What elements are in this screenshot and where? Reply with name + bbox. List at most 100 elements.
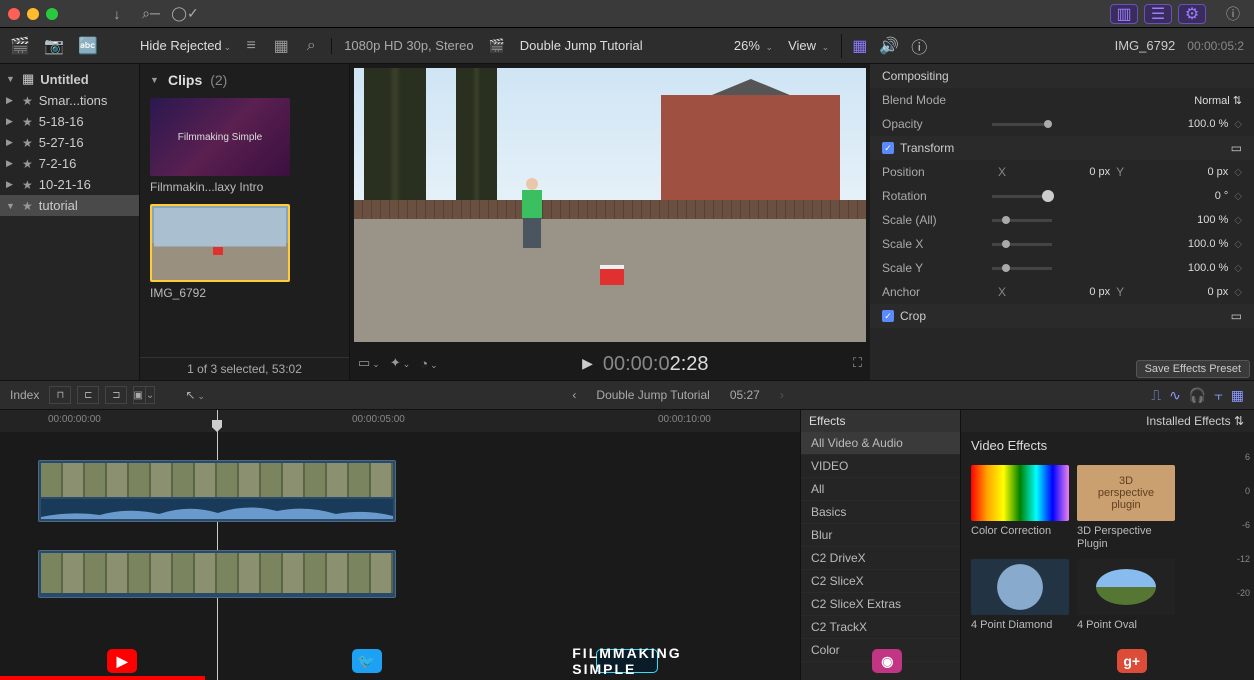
skimming-icon[interactable]: ⎍	[1151, 387, 1161, 404]
index-button[interactable]: Index	[10, 388, 39, 402]
effects-category-row[interactable]: Basics	[801, 501, 960, 524]
minimize-window-button[interactable]	[27, 8, 39, 20]
timeline-clip[interactable]: IMG_6792	[38, 460, 396, 522]
library-root[interactable]: ▼ ▦ Untitled	[0, 68, 139, 90]
opacity-slider[interactable]	[992, 123, 1052, 126]
background-tasks-icon[interactable]: ◯✓	[172, 4, 198, 24]
disclosure-triangle-icon[interactable]: ▶	[6, 95, 16, 106]
retime-dropdown[interactable]: ◔⌄	[420, 356, 437, 371]
opacity-value[interactable]: 100.0 %	[1188, 118, 1228, 130]
inspector-video-tab[interactable]: ▦	[852, 36, 867, 56]
keyframe-icon[interactable]: ◇	[1234, 167, 1242, 178]
position-y-field[interactable]: 0 px	[1207, 166, 1228, 178]
clip-filmstrip-icon[interactable]: ▦	[271, 36, 291, 56]
inspector-info-tab[interactable]: ⓘ	[911, 34, 927, 58]
info-icon[interactable]: ⓘ	[1220, 4, 1246, 24]
rotation-dial[interactable]	[992, 195, 1052, 198]
keyframe-icon[interactable]: ◇	[1234, 191, 1242, 202]
effects-category-row[interactable]: C2 TrackX	[801, 616, 960, 639]
video-progress-bar[interactable]	[0, 676, 205, 680]
installed-effects-dropdown[interactable]: Installed Effects ⇅	[961, 410, 1254, 432]
effects-category-row[interactable]: Color	[801, 639, 960, 662]
keyframe-icon[interactable]: ◇	[1234, 287, 1242, 298]
clip-thumbnail[interactable]: Filmmaking Simple	[150, 98, 290, 176]
timeline-ruler[interactable]: 00:00:00:00 00:00:05:00 00:00:10:00	[0, 410, 800, 432]
scale-y-slider[interactable]	[992, 267, 1052, 270]
disclosure-triangle-icon[interactable]: ▼	[150, 75, 160, 85]
transform-onscreen-icon[interactable]: ▭	[1231, 141, 1242, 155]
snapping-icon[interactable]: ⫟	[1214, 387, 1222, 404]
tool-dropdown[interactable]: ▭⌄	[358, 355, 380, 371]
library-event-row[interactable]: ▼★tutorial	[0, 195, 139, 216]
library-event-row[interactable]: ▶★10-21-16	[0, 174, 139, 195]
titles-icon[interactable]: 🔤	[76, 34, 100, 58]
playhead[interactable]	[217, 410, 218, 680]
save-effects-preset-button[interactable]: Save Effects Preset	[1136, 360, 1250, 378]
close-window-button[interactable]	[8, 8, 20, 20]
keyframe-icon[interactable]: ◇	[1234, 239, 1242, 250]
keyframe-icon[interactable]: ◇	[1234, 119, 1242, 130]
search-icon[interactable]: ⌕	[301, 37, 321, 55]
effects-category-row[interactable]: All Video & Audio	[801, 432, 960, 455]
disclosure-triangle-icon[interactable]: ▶	[6, 137, 16, 148]
effect-item[interactable]: 4 Point Oval	[1077, 559, 1175, 632]
anchor-y-field[interactable]: 0 px	[1207, 286, 1228, 298]
audio-skimming-icon[interactable]: ∿	[1169, 387, 1181, 404]
disclosure-triangle-icon[interactable]: ▶	[6, 158, 16, 169]
library-icon[interactable]: 🎬	[8, 34, 32, 58]
effect-item[interactable]: 4 Point Diamond	[971, 559, 1069, 632]
blend-mode-dropdown[interactable]: Normal ⇅	[1194, 94, 1242, 107]
insert-clip-button[interactable]: ⊏	[77, 386, 99, 404]
fullscreen-icon[interactable]: ⛶	[853, 355, 862, 371]
keyframe-icon[interactable]: ◇	[1234, 263, 1242, 274]
clip-thumbnail-selected[interactable]	[150, 204, 290, 282]
timeline-panel[interactable]: 00:00:00:00 00:00:05:00 00:00:10:00 ↖ IM…	[0, 410, 800, 680]
effects-category-row[interactable]: VIDEO	[801, 455, 960, 478]
disclosure-triangle-icon[interactable]: ▶	[6, 116, 16, 127]
effects-category-row[interactable]: Blur	[801, 524, 960, 547]
timeline-next-button[interactable]: ›	[780, 388, 784, 402]
append-clip-button[interactable]: ⊐	[105, 386, 127, 404]
effect-item[interactable]: 3D perspective plugin 3D Perspective Plu…	[1077, 465, 1175, 551]
select-tool[interactable]: ↖⌄	[185, 388, 205, 402]
connect-clip-button[interactable]: ⊓	[49, 386, 71, 404]
timeline-display-icon[interactable]: ▦	[1231, 387, 1244, 404]
solo-icon[interactable]: 🎧	[1189, 387, 1206, 404]
view-dropdown[interactable]: View ⌄	[788, 38, 829, 53]
scale-y-value[interactable]: 100.0 %	[1188, 262, 1228, 274]
clip-list-icon[interactable]: ≡	[241, 37, 261, 55]
disclosure-triangle-icon[interactable]: ▶	[6, 179, 16, 190]
play-button[interactable]: ▶	[582, 355, 593, 372]
library-event-row[interactable]: ▶★7-2-16	[0, 153, 139, 174]
transform-checkbox[interactable]: ✓	[882, 142, 894, 154]
library-event-row[interactable]: ▶★Smar...tions	[0, 90, 139, 111]
viewer-canvas[interactable]	[354, 68, 866, 342]
effect-item[interactable]: Color Correction	[971, 465, 1069, 551]
browser-toggle-button[interactable]: ▥	[1110, 4, 1138, 24]
scale-x-slider[interactable]	[992, 243, 1052, 246]
photos-icon[interactable]: 📷	[42, 34, 66, 58]
anchor-x-field[interactable]: 0 px	[1089, 286, 1110, 298]
effects-category-row[interactable]: C2 SliceX Extras	[801, 593, 960, 616]
timeline-toggle-button[interactable]: ☰	[1144, 4, 1172, 24]
scale-x-value[interactable]: 100.0 %	[1188, 238, 1228, 250]
import-icon[interactable]: ↓	[104, 4, 130, 24]
scale-all-slider[interactable]	[992, 219, 1052, 222]
overwrite-clip-button[interactable]: ▣⌄	[133, 386, 155, 404]
library-event-row[interactable]: ▶★5-27-16	[0, 132, 139, 153]
fullscreen-window-button[interactable]	[46, 8, 58, 20]
keyframe-icon[interactable]: ◇	[1234, 215, 1242, 226]
effects-category-row[interactable]: All	[801, 478, 960, 501]
timeline-clip[interactable]: IMG_6792	[38, 550, 396, 598]
viewer-timecode[interactable]: 00:00:02:28	[603, 351, 709, 376]
timeline-prev-button[interactable]: ‹	[572, 388, 576, 402]
disclosure-triangle-icon[interactable]: ▼	[6, 201, 16, 211]
scale-all-value[interactable]: 100 %	[1197, 214, 1228, 226]
effects-category-row[interactable]: C2 DriveX	[801, 547, 960, 570]
position-x-field[interactable]: 0 px	[1089, 166, 1110, 178]
zoom-dropdown[interactable]: 26% ⌄	[734, 38, 773, 53]
keyword-icon[interactable]: ⌕─	[138, 4, 164, 24]
enhance-dropdown[interactable]: ✦⌄	[390, 355, 410, 371]
crop-onscreen-icon[interactable]: ▭	[1231, 309, 1242, 323]
inspector-audio-tab[interactable]: 🔊	[879, 36, 899, 56]
